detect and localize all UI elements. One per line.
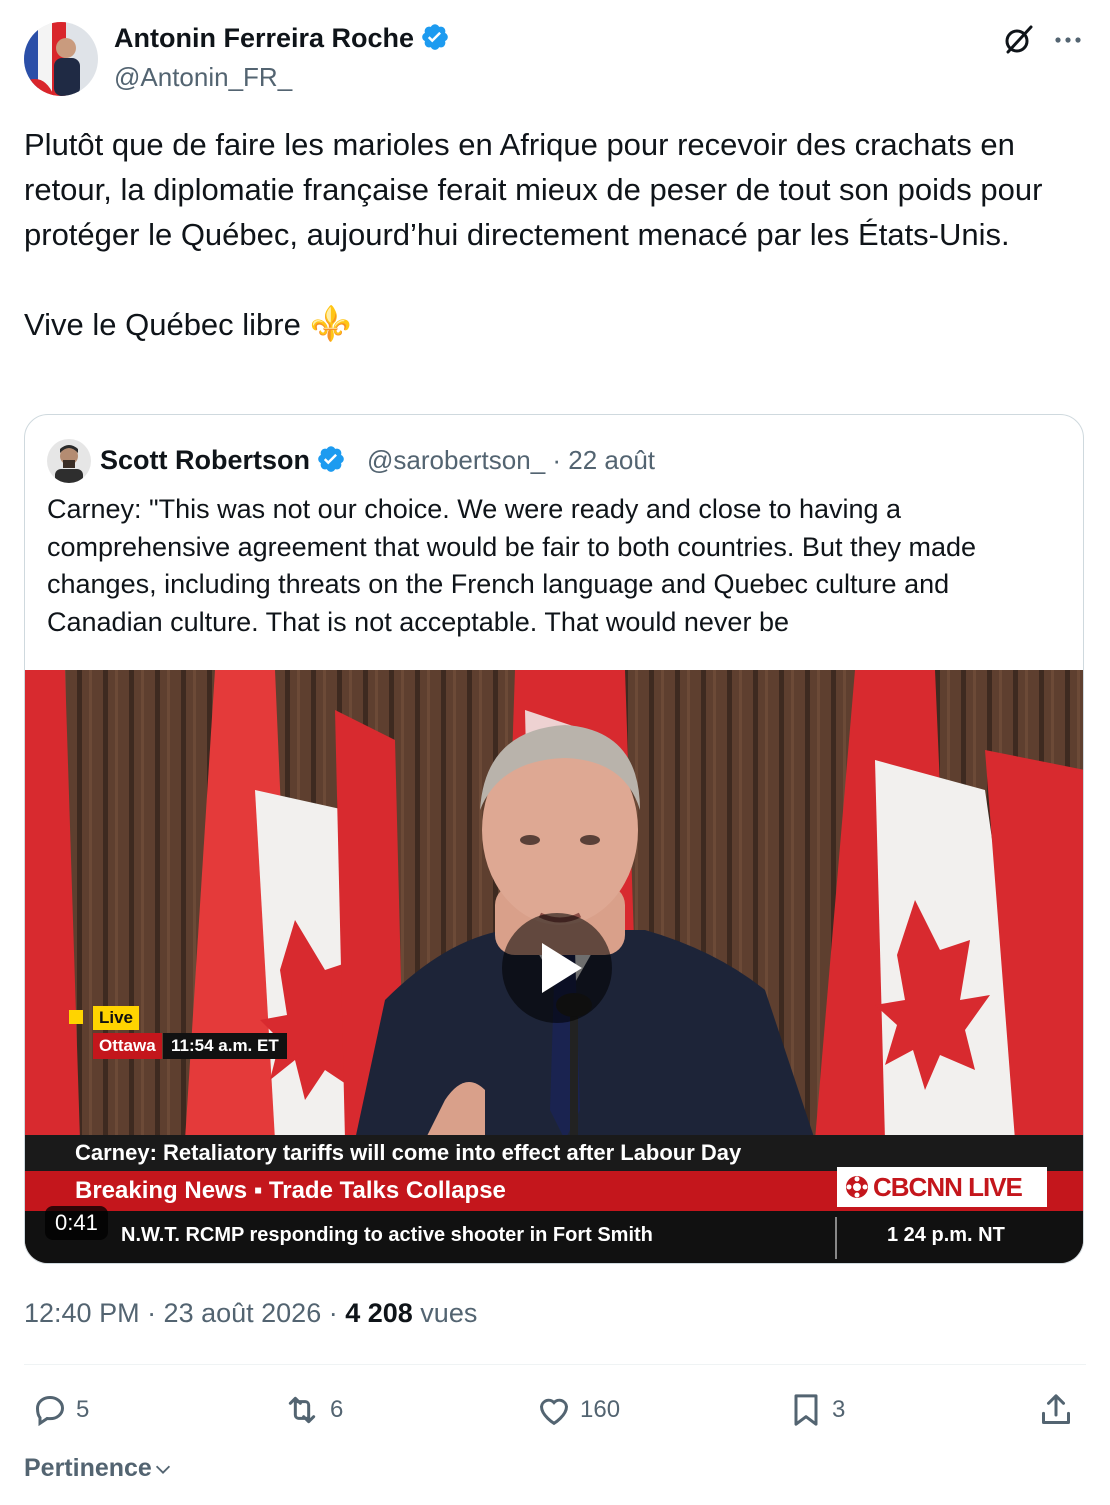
fleur-de-lis-emoji: ⚜️: [309, 305, 352, 343]
chevron-down-icon: [155, 1465, 170, 1474]
share-icon: [1042, 1394, 1070, 1424]
bookmark-count: 3: [832, 1396, 846, 1423]
live-label: Live: [93, 1006, 140, 1030]
repost-icon: [288, 1396, 316, 1424]
sort-dropdown[interactable]: Pertinence: [24, 1454, 174, 1483]
quote-verified-badge-icon: [316, 444, 346, 481]
like-count: 160: [580, 1396, 621, 1423]
ticker-time: 1 24 p.m. NT: [887, 1224, 1005, 1246]
views-count: 4 208: [345, 1298, 413, 1328]
quote-author-handle[interactable]: @sarobertson_: [367, 445, 545, 475]
play-icon: [542, 943, 582, 993]
grok-icon[interactable]: [1000, 22, 1036, 58]
ticker-divider: [835, 1217, 837, 1259]
quote-date[interactable]: · 22 août: [552, 445, 655, 475]
author-handle[interactable]: @Antonin_FR_: [114, 62, 292, 93]
author-name[interactable]: Antonin Ferreira Roche: [114, 22, 450, 59]
author-avatar[interactable]: [24, 22, 98, 96]
headline-bar: Carney: Retaliatory tariffs will come in…: [25, 1135, 1083, 1171]
reply-button[interactable]: 5: [30, 1390, 89, 1434]
bookmark-icon: [794, 1394, 818, 1426]
post-paragraph-1: Plutôt que de faire les marioles en Afri…: [24, 127, 1043, 252]
news-ticker: N.W.T. RCMP responding to active shooter…: [25, 1211, 1083, 1263]
repost-count: 6: [330, 1396, 344, 1423]
more-options-icon[interactable]: [1052, 24, 1084, 56]
live-indicator-icon: [69, 1010, 83, 1024]
share-button[interactable]: [1036, 1390, 1076, 1434]
news-ticker-text: N.W.T. RCMP responding to active shooter…: [121, 1224, 653, 1246]
post-text: Plutôt que de faire les marioles en Afri…: [24, 122, 1086, 347]
post-timestamp[interactable]: 12:40 PM · 23 août 2026 · 4 208 vues: [24, 1298, 477, 1329]
timestamp-text[interactable]: 12:40 PM · 23 août 2026 ·: [24, 1298, 345, 1328]
network-name: CBCNN LIVE: [873, 1172, 1023, 1202]
like-button[interactable]: 160: [534, 1390, 620, 1434]
bookmark-button[interactable]: 3: [786, 1390, 845, 1434]
quote-text: Carney: "This was not our choice. We wer…: [47, 494, 977, 637]
reply-icon: [35, 1395, 65, 1427]
quote-meta: @sarobertson_ · 22 août: [367, 445, 655, 476]
video-broadcast-time: 11:54 a.m. ET: [163, 1033, 287, 1059]
video-location: Ottawa: [93, 1033, 162, 1059]
network-logo: CBCNN LIVE: [837, 1167, 1047, 1207]
video-player[interactable]: Live Ottawa 11:54 a.m. ET Carney: Retali…: [25, 670, 1083, 1263]
post-paragraph-2: Vive le Québec libre ⚜️: [24, 302, 1086, 347]
divider: [24, 1364, 1086, 1365]
author-name-text: Antonin Ferreira Roche: [114, 23, 415, 53]
cbc-gem-icon: [846, 1176, 868, 1198]
quote-author-avatar[interactable]: [47, 439, 91, 483]
video-duration: 0:41: [45, 1206, 108, 1240]
views-label: vues: [412, 1298, 478, 1328]
quoted-post[interactable]: Scott Robertson @sarobertson_ · 22 août …: [24, 414, 1084, 1264]
reply-count: 5: [76, 1396, 90, 1423]
headline-text: Carney: Retaliatory tariffs will come in…: [75, 1140, 742, 1165]
play-button[interactable]: [502, 913, 612, 1023]
quote-author-name[interactable]: Scott Robertson: [100, 444, 346, 481]
verified-badge-icon: [420, 22, 450, 59]
breaking-news-text: Breaking News ▪ Trade Talks Collapse: [75, 1177, 506, 1204]
repost-button[interactable]: 6: [280, 1390, 343, 1434]
post-paragraph-2-text: Vive le Québec libre: [24, 307, 301, 342]
quote-author-name-text: Scott Robertson: [100, 445, 311, 475]
heart-icon: [539, 1398, 569, 1426]
sort-label: Pertinence: [24, 1454, 152, 1482]
